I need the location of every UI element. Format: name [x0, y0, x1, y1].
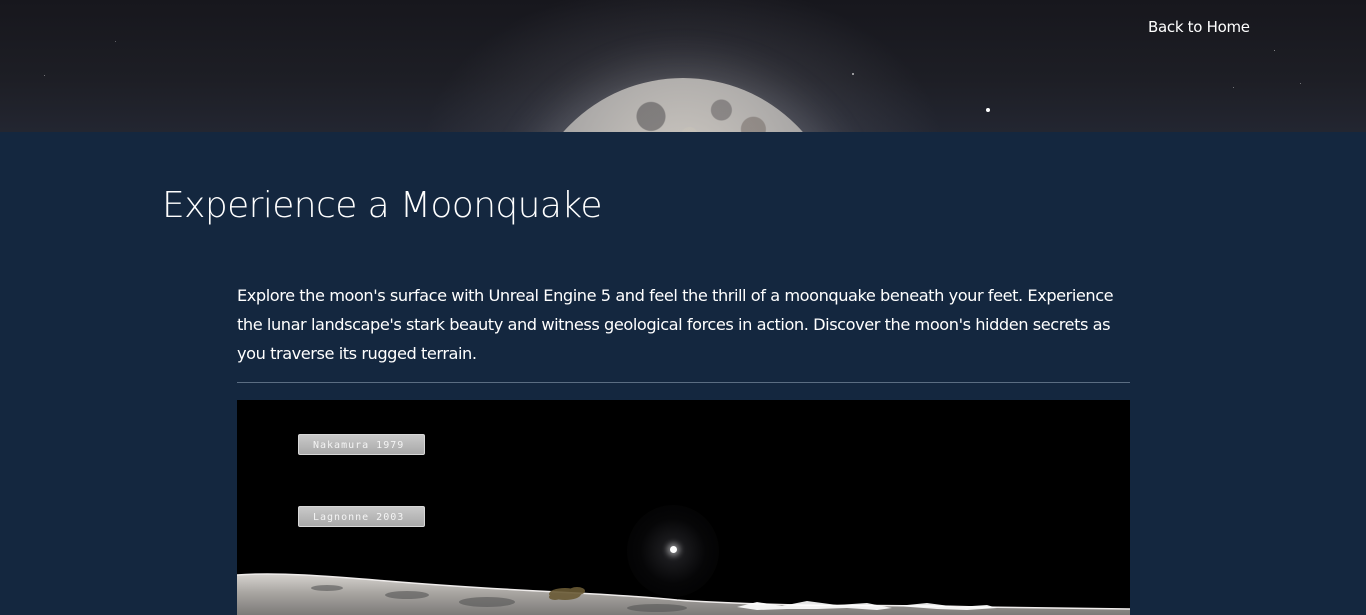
lagnonne-2003-button[interactable]: Lagnonne 2003	[298, 506, 425, 527]
back-to-home-link[interactable]: Back to Home	[1148, 18, 1250, 36]
hero-banner: Back to Home	[0, 0, 1366, 132]
moon-image	[523, 78, 843, 132]
page: Back to Home Experience a Moonquake Expl…	[0, 0, 1366, 615]
lunar-terrain	[237, 573, 1130, 615]
star-icon	[986, 108, 990, 112]
star-icon	[1233, 87, 1234, 88]
intro-paragraph: Explore the moon's surface with Unreal E…	[237, 286, 1114, 363]
section-divider	[237, 382, 1130, 383]
star-icon	[115, 41, 116, 42]
page-title: Experience a Moonquake	[162, 185, 602, 226]
star-icon	[1274, 50, 1275, 51]
star-icon	[852, 73, 854, 75]
moonquake-simulation-viewport[interactable]: Nakamura 1979 Lagnonne 2003	[237, 400, 1130, 615]
star-icon	[44, 75, 45, 76]
nakamura-1979-button[interactable]: Nakamura 1979	[298, 434, 425, 455]
star-icon	[1300, 83, 1301, 84]
